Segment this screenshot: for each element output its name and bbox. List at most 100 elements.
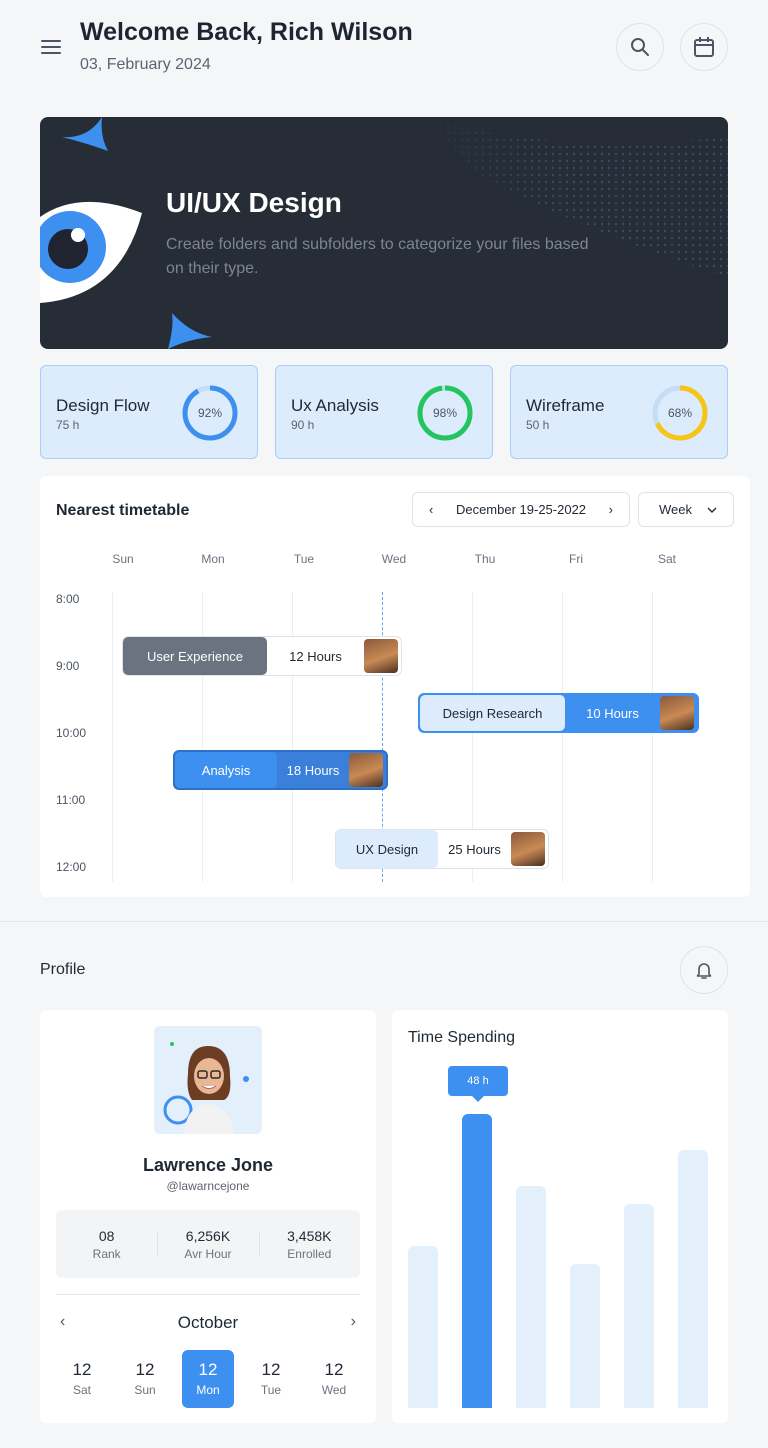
time-label: 10:00 xyxy=(56,726,87,740)
day-number: 12 xyxy=(324,1360,344,1379)
notifications-button[interactable] xyxy=(680,946,728,994)
hero-title: UI/UX Design xyxy=(166,187,342,218)
event-name: User Experience xyxy=(123,637,267,675)
date-range-picker[interactable]: ‹ December 19-25-2022 › xyxy=(412,492,630,527)
event-ux-design[interactable]: UX Design 25 Hours xyxy=(335,829,549,869)
time-spending-card: Time Spending 48 h xyxy=(392,1010,728,1423)
profile-handle: @lawarncejone xyxy=(166,1179,250,1193)
stat-enrolled: 3,458K Enrolled xyxy=(258,1227,360,1261)
day-label: Mon xyxy=(201,552,225,566)
period-label: Week xyxy=(659,502,692,517)
event-hours: 10 Hours xyxy=(586,705,639,721)
day-number: 12 xyxy=(261,1360,281,1379)
event-design-research[interactable]: Design Research 10 Hours xyxy=(418,693,699,733)
profile-avatar[interactable] xyxy=(154,1026,262,1134)
stat-card-wireframe[interactable]: Wireframe 50 h 68% xyxy=(510,365,728,459)
day-weekday: Wed xyxy=(321,1383,347,1397)
day-number: 12 xyxy=(135,1360,155,1379)
welcome-title: Welcome Back, Rich Wilson xyxy=(80,18,413,46)
bell-icon xyxy=(696,963,712,979)
chevron-right-icon[interactable]: › xyxy=(609,502,613,517)
chart-bar[interactable] xyxy=(408,1246,438,1408)
search-icon xyxy=(631,38,649,56)
stat-value: 6,256K xyxy=(185,1227,231,1244)
calendar-day[interactable]: 12 Wed xyxy=(308,1350,360,1408)
stat-value: 3,458K xyxy=(287,1227,332,1244)
avatar xyxy=(511,832,545,866)
calendar-icon xyxy=(694,37,714,57)
section-divider xyxy=(0,921,768,922)
day-label: Sun xyxy=(112,552,134,566)
time-label: 9:00 xyxy=(56,659,80,673)
calendar-day-selected[interactable]: 12 Mon xyxy=(182,1350,234,1408)
day-label: Fri xyxy=(569,552,583,566)
date-range-label: December 19-25-2022 xyxy=(455,502,587,517)
event-name: Design Research xyxy=(420,695,565,731)
profile-stats: 08 Rank 6,256K Avr Hour 3,458K Enrolled xyxy=(56,1210,360,1278)
day-number: 12 xyxy=(198,1360,218,1379)
bar-tooltip: 48 h xyxy=(448,1066,508,1102)
day-label: Thu xyxy=(474,552,496,566)
time-label: 8:00 xyxy=(56,592,80,606)
grid-line xyxy=(652,592,653,882)
day-label: Sat xyxy=(657,552,676,566)
day-weekday: Mon xyxy=(196,1383,220,1397)
chart-title: Time Spending xyxy=(408,1029,516,1046)
grid-line xyxy=(562,592,563,882)
profile-name: Lawrence Jone xyxy=(142,1155,274,1175)
day-label: Wed xyxy=(381,552,407,566)
profile-card: Lawrence Jone @lawarncejone 08 Rank 6,25… xyxy=(40,1010,376,1423)
profile-photo xyxy=(163,1042,249,1134)
chart-bar[interactable] xyxy=(570,1264,600,1408)
period-select[interactable]: Week xyxy=(638,492,734,527)
stat-hours: 90 h xyxy=(291,418,315,432)
day-label: Tue xyxy=(293,552,315,566)
stat-card-design-flow[interactable]: Design Flow 75 h 92% xyxy=(40,365,258,459)
chevron-down-icon xyxy=(707,507,717,513)
stat-rank: 08 Rank xyxy=(56,1228,157,1261)
hamburger-menu-icon[interactable] xyxy=(40,36,62,58)
avatar xyxy=(349,753,383,787)
event-hours: 12 Hours xyxy=(289,648,342,664)
calendar-divider xyxy=(56,1294,360,1295)
stat-title: Wireframe xyxy=(526,396,605,415)
search-button[interactable] xyxy=(616,23,664,71)
stat-hours: 75 h xyxy=(56,418,80,432)
chart-bar[interactable] xyxy=(624,1204,654,1408)
chevron-right-icon[interactable]: › xyxy=(351,1313,356,1331)
calendar-day[interactable]: 12 Tue xyxy=(245,1350,297,1408)
time-label: 12:00 xyxy=(56,860,87,874)
calendar-button[interactable] xyxy=(680,23,728,71)
chart-bar[interactable] xyxy=(678,1150,708,1408)
hero-banner[interactable]: UI/UX Design Create folders and subfolde… xyxy=(40,117,728,349)
event-hours: 25 Hours xyxy=(448,841,501,857)
day-weekday: Sat xyxy=(72,1383,91,1397)
time-label: 11:00 xyxy=(56,793,86,807)
stat-hours: 50 h xyxy=(526,418,550,432)
event-user-experience[interactable]: User Experience 12 Hours xyxy=(122,636,402,676)
profile-heading: Profile xyxy=(40,961,86,978)
calendar-day[interactable]: 12 Sat xyxy=(56,1350,108,1408)
calendar-day[interactable]: 12 Sun xyxy=(119,1350,171,1408)
progress-label: 98% xyxy=(432,406,458,420)
chart-bar[interactable] xyxy=(462,1114,492,1408)
stat-title: Ux Analysis xyxy=(291,396,379,415)
event-analysis[interactable]: Analysis 18 Hours xyxy=(173,750,388,790)
stat-value: 08 xyxy=(98,1227,115,1244)
avatar xyxy=(364,639,398,673)
chevron-left-icon[interactable]: ‹ xyxy=(429,502,433,517)
day-weekday: Sun xyxy=(134,1383,156,1397)
chart-bar[interactable] xyxy=(516,1186,546,1408)
timetable-title: Nearest timetable xyxy=(56,502,190,519)
day-weekday: Tue xyxy=(260,1383,282,1397)
grid-line xyxy=(112,592,113,882)
progress-label: 68% xyxy=(667,406,693,420)
day-number: 12 xyxy=(72,1360,92,1379)
progress-label: 92% xyxy=(197,406,223,420)
stat-label: Avr Hour xyxy=(184,1246,232,1261)
current-date: 03, February 2024 xyxy=(80,56,211,73)
stat-card-ux-analysis[interactable]: Ux Analysis 90 h 98% xyxy=(275,365,493,459)
stat-title: Design Flow xyxy=(56,396,150,415)
calendar-month: October xyxy=(177,1313,239,1332)
stat-label: Rank xyxy=(92,1246,121,1261)
